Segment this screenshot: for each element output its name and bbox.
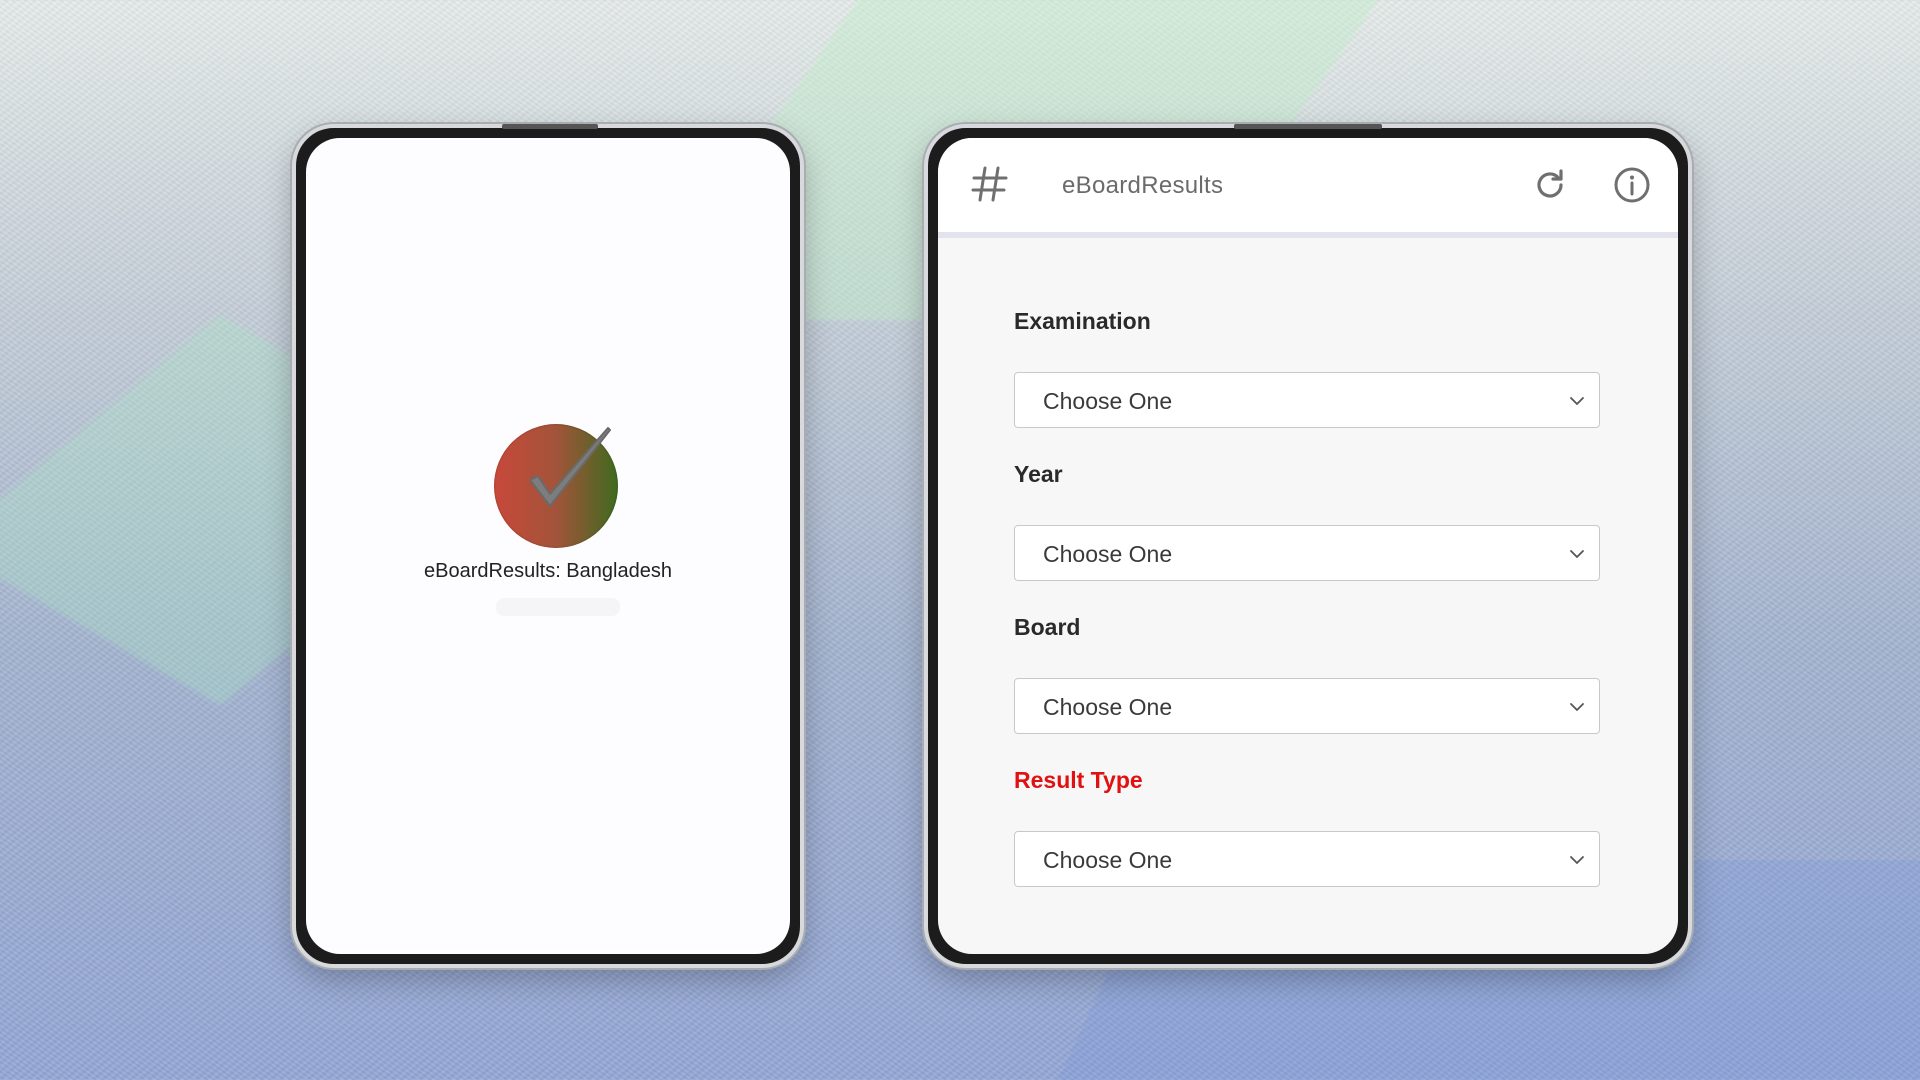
refresh-icon[interactable] xyxy=(1532,167,1568,203)
chevron-down-icon xyxy=(1570,703,1584,711)
device-notch xyxy=(502,124,598,129)
app-bar: eBoardResults xyxy=(938,138,1678,238)
board-select[interactable]: Choose One xyxy=(1014,678,1600,734)
chevron-down-icon xyxy=(1570,550,1584,558)
result-type-select-value: Choose One xyxy=(1043,847,1173,873)
info-icon[interactable] xyxy=(1612,165,1652,205)
hash-icon[interactable] xyxy=(968,162,1012,206)
result-type-select[interactable]: Choose One xyxy=(1014,831,1600,887)
device-notch xyxy=(1234,124,1382,129)
year-select-value: Choose One xyxy=(1043,541,1173,567)
examination-label: Examination xyxy=(1014,308,1151,334)
examination-select[interactable]: Choose One xyxy=(1014,372,1600,428)
results-form-screen: eBoardResults Examination Choose One Yea… xyxy=(938,138,1678,954)
chevron-down-icon xyxy=(1570,397,1584,405)
tablet-device-form: eBoardResults Examination Choose One Yea… xyxy=(924,124,1692,968)
tablet-device-splash: eBoardResults: Bangladesh xyxy=(292,124,804,968)
splash-screen: eBoardResults: Bangladesh xyxy=(306,138,790,954)
year-select[interactable]: Choose One xyxy=(1014,525,1600,581)
splash-decoration xyxy=(496,598,620,616)
app-title: eBoardResults xyxy=(1062,172,1224,199)
chevron-down-icon xyxy=(1570,856,1584,864)
result-type-label: Result Type xyxy=(1014,767,1143,793)
app-logo-checkmark-icon xyxy=(494,424,618,548)
board-label: Board xyxy=(1014,614,1081,640)
splash-app-name: eBoardResults: Bangladesh xyxy=(424,560,672,582)
year-label: Year xyxy=(1014,461,1063,487)
board-select-value: Choose One xyxy=(1043,694,1173,720)
examination-select-value: Choose One xyxy=(1043,388,1173,414)
